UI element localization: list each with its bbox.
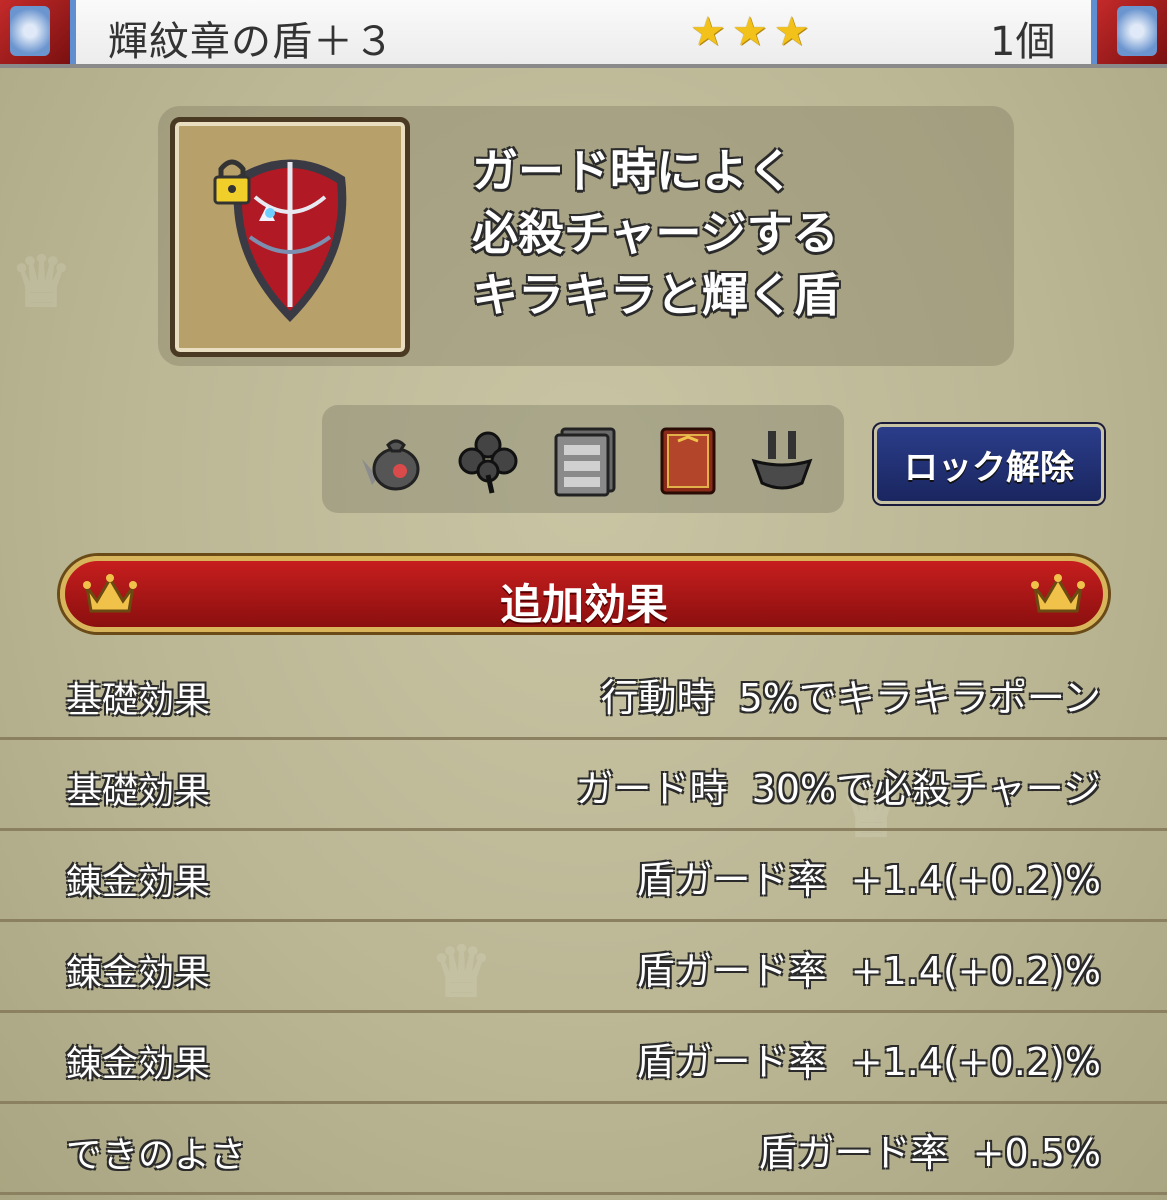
effect-label: 基礎効果 [66,680,211,721]
rarity-stars: ★ ★ ★ [690,10,810,54]
crown-icon [1031,574,1085,613]
header-ornament-left [0,0,76,64]
effect-row: 錬金効果 盾ガード率 +1.4(+0.2)% [0,829,1167,922]
background-crown-motif: ♛ [10,240,73,323]
effect-row: 基礎効果 ガード時 30%で必殺チャージ [0,738,1167,831]
star-icon: ★ [773,9,810,55]
effect-label: 錬金効果 [66,862,211,903]
section-banner: 追加効果 [60,556,1108,632]
item-header: 輝紋章の盾＋３ ★ ★ ★ 1個 [0,0,1167,68]
effect-value: 盾ガード率 +1.4(+0.2)% [636,949,1101,993]
unlock-button[interactable]: ロック解除 [874,424,1104,504]
effect-label: 基礎効果 [66,771,211,812]
storage-drawer-icon[interactable] [548,425,620,497]
effect-value: 盾ガード率 +1.4(+0.2)% [636,858,1101,902]
effect-row: 錬金効果 盾ガード率 +1.4(+0.2)% [0,1011,1167,1104]
item-icon-frame [170,117,410,357]
effect-row: 錬金効果 盾ガード率 +1.4(+0.2)% [0,920,1167,1013]
effect-value: 盾ガード率 +1.4(+0.2)% [636,1040,1101,1084]
book-icon[interactable] [652,425,724,497]
section-title: 追加効果 [499,580,668,629]
effect-value: 盾ガード率 +0.5% [758,1131,1101,1175]
action-toolbar [322,405,844,513]
item-description: ガード時によく 必殺チャージする キラキラと輝く盾 [472,144,840,322]
forge-icon[interactable] [746,425,818,497]
star-icon: ★ [690,9,726,55]
effect-row: できのよさ 盾ガード率 +0.5% [0,1102,1167,1195]
lock-icon [213,159,251,205]
effect-value: 行動時 5%でキラキラポーン [600,676,1101,720]
effect-row: 基礎効果 行動時 5%でキラキラポーン [0,647,1167,740]
effect-label: 錬金効果 [66,1044,211,1085]
header-ornament-right [1091,0,1167,64]
sell-bag-icon[interactable] [352,425,424,497]
effect-label: できのよさ [66,1135,247,1176]
effect-label: 錬金効果 [66,953,211,994]
effect-value: ガード時 30%で必殺チャージ [575,767,1101,811]
star-icon: ★ [731,9,768,55]
clover-icon[interactable] [452,425,524,497]
item-name: 輝紋章の盾＋３ [108,19,395,65]
item-count: 1個 [990,19,1056,65]
